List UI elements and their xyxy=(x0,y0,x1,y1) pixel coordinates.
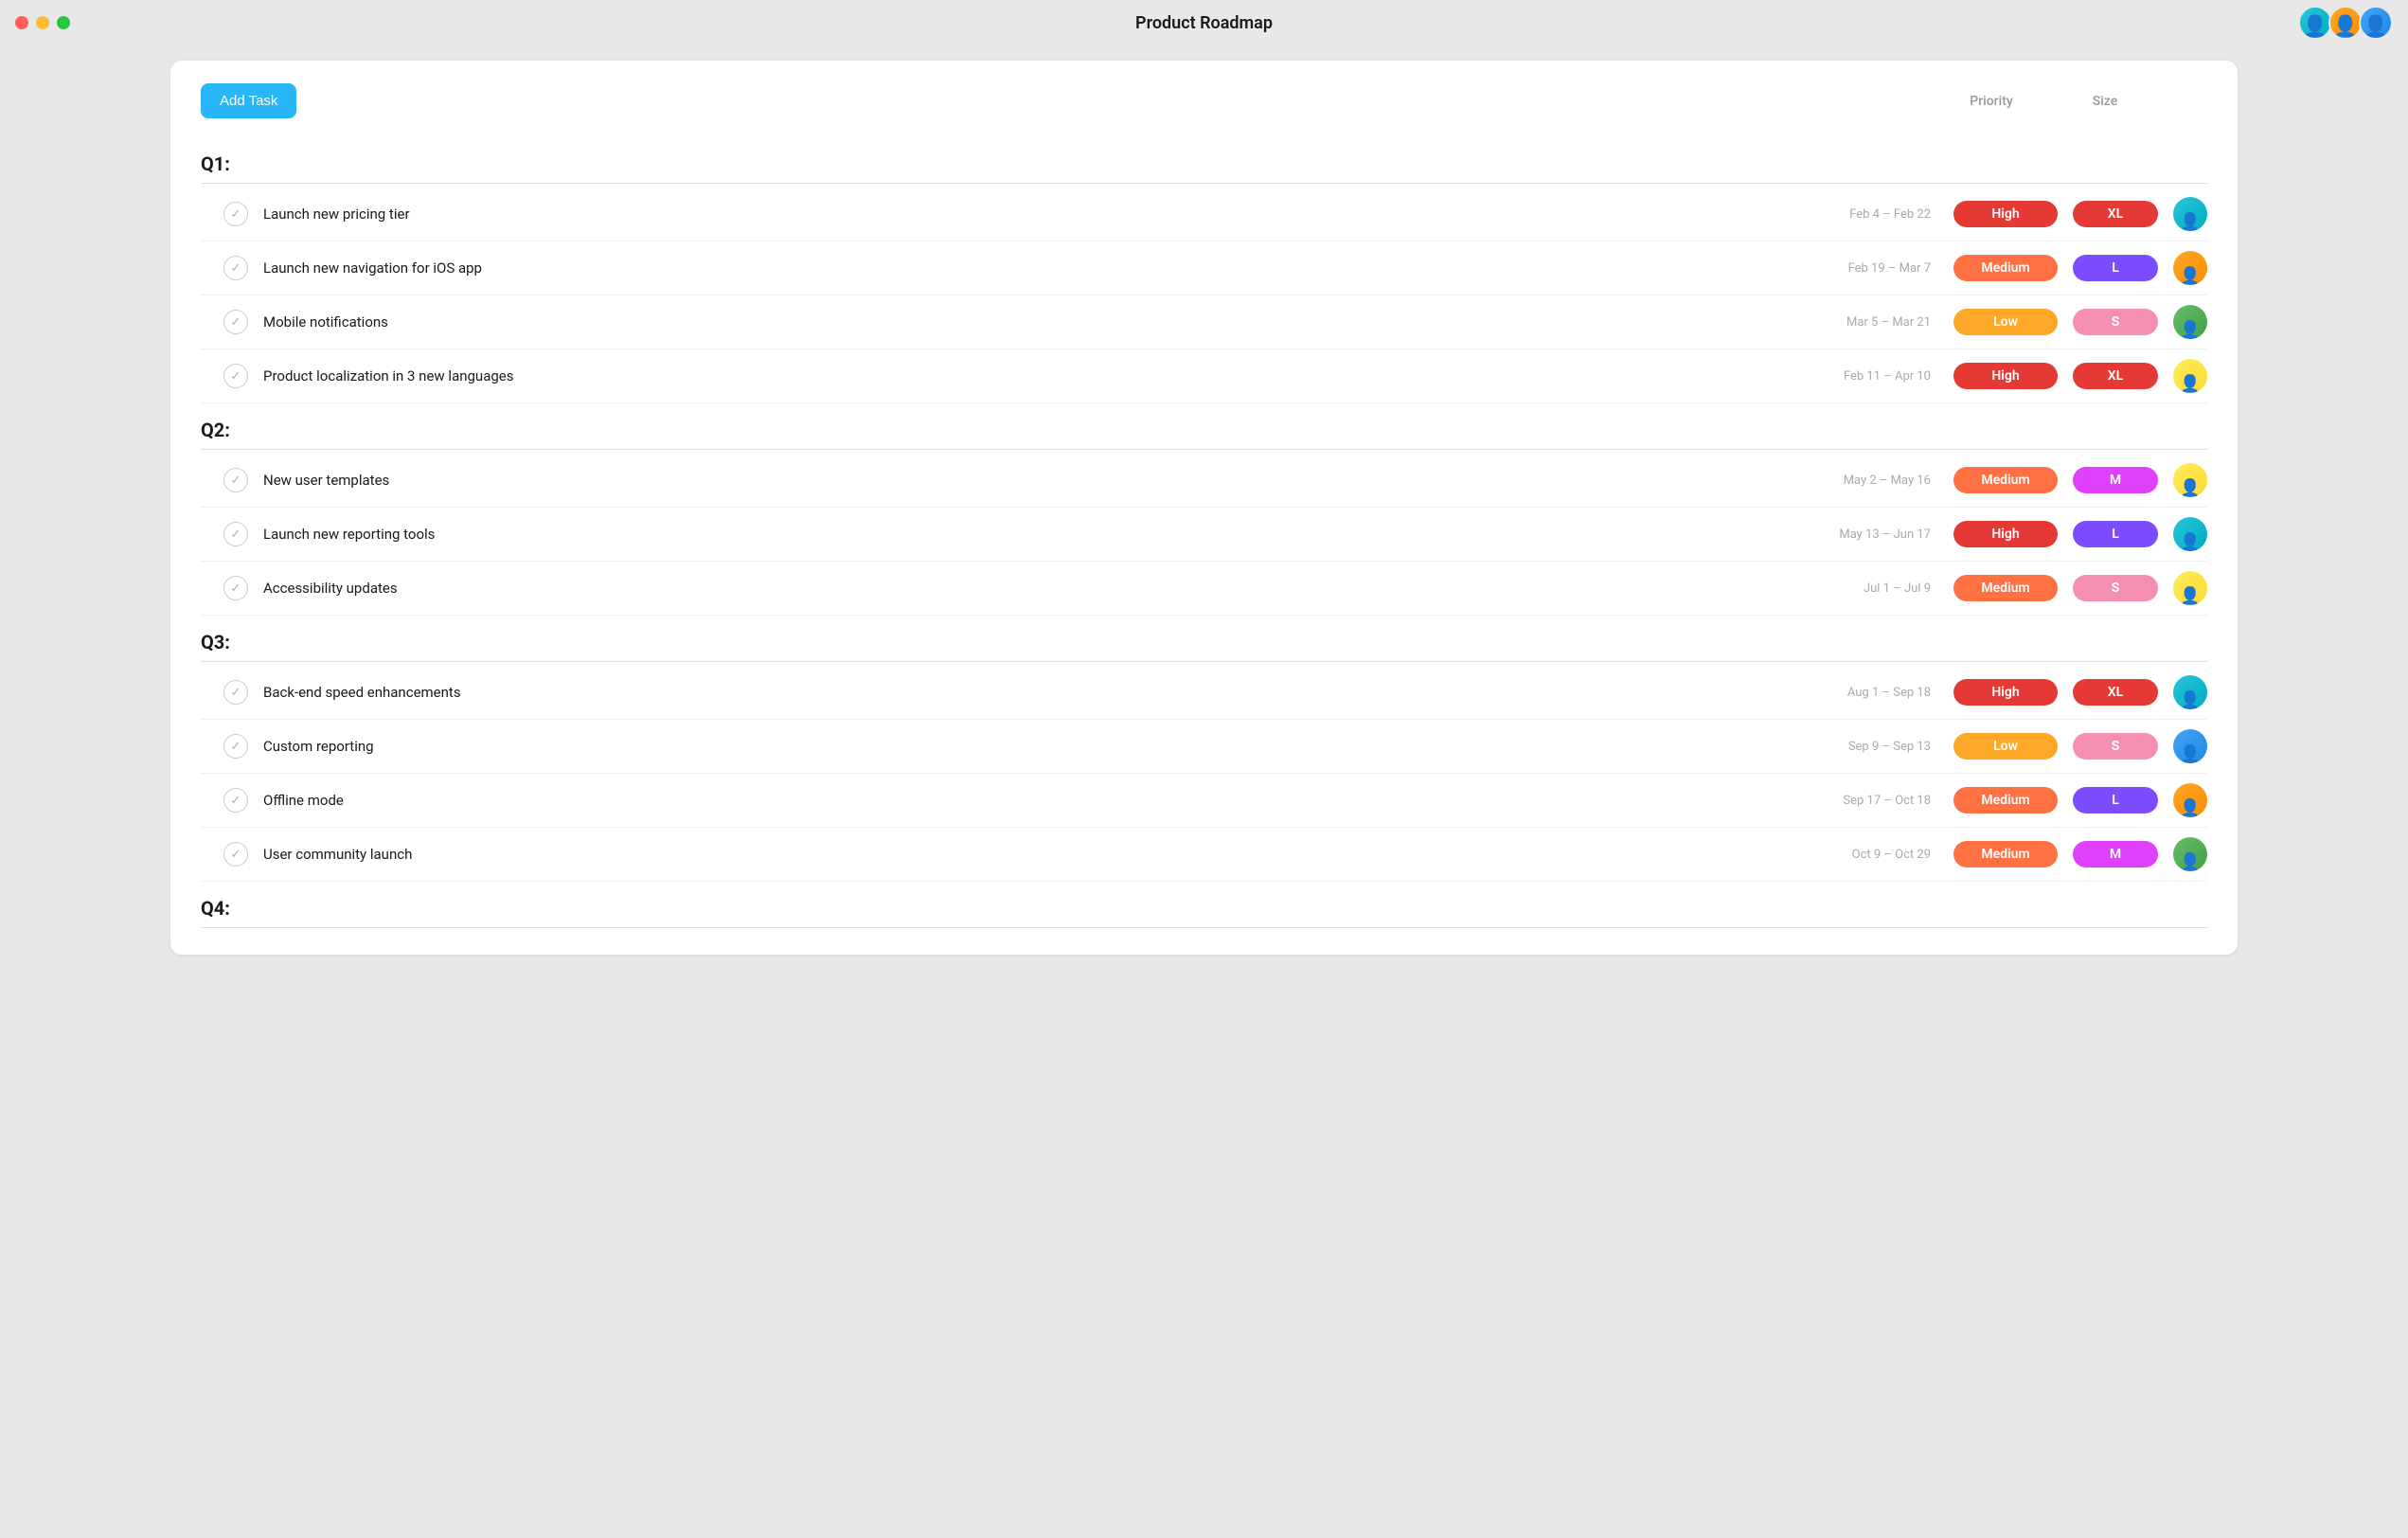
section-header-q2: Q2: xyxy=(201,403,2207,450)
task-date: May 2 – May 16 xyxy=(1779,474,1931,488)
task-date: May 13 – Jun 17 xyxy=(1779,528,1931,542)
size-badge[interactable]: S xyxy=(2073,733,2158,760)
section-header-q4: Q4: xyxy=(201,882,2207,928)
priority-badge[interactable]: Medium xyxy=(1953,787,2058,814)
task-date: Sep 17 – Oct 18 xyxy=(1779,794,1931,808)
avatar: 👤 xyxy=(2173,251,2207,285)
size-col-header: Size xyxy=(2048,94,2162,109)
task-name: Launch new pricing tier xyxy=(263,206,1779,223)
task-name: Offline mode xyxy=(263,792,1779,809)
task-check-icon[interactable]: ✓ xyxy=(223,364,248,388)
size-badge[interactable]: XL xyxy=(2073,363,2158,389)
task-name: Back-end speed enhancements xyxy=(263,684,1779,701)
task-date: Feb 19 – Mar 7 xyxy=(1779,261,1931,276)
priority-badge[interactable]: High xyxy=(1953,363,2058,389)
task-check-icon[interactable]: ✓ xyxy=(223,842,248,867)
column-headers: Priority Size xyxy=(1935,94,2207,109)
task-check-icon[interactable]: ✓ xyxy=(223,734,248,759)
maximize-button[interactable] xyxy=(57,16,70,29)
task-name: Accessibility updates xyxy=(263,580,1779,597)
task-name: Product localization in 3 new languages xyxy=(263,367,1779,384)
task-name: Mobile notifications xyxy=(263,313,1779,331)
task-date: Aug 1 – Sep 18 xyxy=(1779,686,1931,700)
size-badge[interactable]: XL xyxy=(2073,679,2158,706)
priority-badge[interactable]: Medium xyxy=(1953,841,2058,867)
task-check-icon[interactable]: ✓ xyxy=(223,310,248,334)
table-row: ✓ Accessibility updatesJul 1 – Jul 9 Mediu… xyxy=(201,562,2207,616)
size-badge[interactable]: L xyxy=(2073,521,2158,547)
task-name: Launch new reporting tools xyxy=(263,526,1779,543)
traffic-lights xyxy=(15,16,70,29)
priority-badge[interactable]: High xyxy=(1953,521,2058,547)
avatar: 👤 xyxy=(2173,783,2207,817)
task-date: Mar 5 – Mar 21 xyxy=(1779,315,1931,330)
priority-col-header: Priority xyxy=(1935,94,2048,109)
close-button[interactable] xyxy=(15,16,28,29)
top-right-avatars: 👤👤👤 xyxy=(2298,6,2393,40)
section-header-q1: Q1: xyxy=(201,137,2207,184)
priority-badge[interactable]: Low xyxy=(1953,309,2058,335)
task-check-icon[interactable]: ✓ xyxy=(223,788,248,813)
table-row: ✓ Launch new reporting toolsMay 13 – Jun … xyxy=(201,508,2207,562)
size-badge[interactable]: XL xyxy=(2073,201,2158,227)
priority-badge[interactable]: High xyxy=(1953,201,2058,227)
task-check-icon[interactable]: ✓ xyxy=(223,256,248,280)
avatar: 👤 xyxy=(2173,729,2207,763)
priority-badge[interactable]: High xyxy=(1953,679,2058,706)
table-row: ✓ Product localization in 3 new languages… xyxy=(201,349,2207,403)
task-date: Feb 11 – Apr 10 xyxy=(1779,369,1931,384)
top-avatar-1: 👤 xyxy=(2328,6,2363,40)
size-badge[interactable]: L xyxy=(2073,787,2158,814)
size-badge[interactable]: M xyxy=(2073,467,2158,493)
top-avatar-2: 👤 xyxy=(2359,6,2393,40)
sections-container: Q1: ✓ Launch new pricing tierFeb 4 – Feb 2… xyxy=(201,137,2207,928)
task-name: Launch new navigation for iOS app xyxy=(263,259,1779,277)
avatar: 👤 xyxy=(2173,359,2207,393)
avatar: 👤 xyxy=(2173,675,2207,709)
table-row: ✓ Offline modeSep 17 – Oct 18 Medium L 👤 xyxy=(201,774,2207,828)
content-card: Add Task Priority Size Q1: ✓ Launch new pr… xyxy=(170,61,2238,955)
priority-badge[interactable]: Medium xyxy=(1953,575,2058,601)
top-avatar-0: 👤 xyxy=(2298,6,2332,40)
table-row: ✓ User community launchOct 9 – Oct 29 Medi… xyxy=(201,828,2207,882)
priority-badge[interactable]: Medium xyxy=(1953,255,2058,281)
avatar: 👤 xyxy=(2173,463,2207,497)
task-name: User community launch xyxy=(263,846,1779,863)
avatar: 👤 xyxy=(2173,571,2207,605)
table-row: ✓ New user templatesMay 2 – May 16 Medium M… xyxy=(201,454,2207,508)
priority-badge[interactable]: Low xyxy=(1953,733,2058,760)
task-date: Sep 9 – Sep 13 xyxy=(1779,740,1931,754)
avatar: 👤 xyxy=(2173,197,2207,231)
size-badge[interactable]: S xyxy=(2073,575,2158,601)
task-check-icon[interactable]: ✓ xyxy=(223,576,248,600)
task-check-icon[interactable]: ✓ xyxy=(223,680,248,705)
title-bar: Product Roadmap 👤👤👤 xyxy=(0,0,2408,45)
task-date: Feb 4 – Feb 22 xyxy=(1779,207,1931,222)
avatar: 👤 xyxy=(2173,517,2207,551)
avatar: 👤 xyxy=(2173,305,2207,339)
minimize-button[interactable] xyxy=(36,16,49,29)
table-row: ✓ Mobile notificationsMar 5 – Mar 21 Low S 👤 xyxy=(201,295,2207,349)
size-badge[interactable]: L xyxy=(2073,255,2158,281)
priority-badge[interactable]: Medium xyxy=(1953,467,2058,493)
table-row: ✓ Launch new navigation for iOS appFeb 19… xyxy=(201,241,2207,295)
table-row: ✓ Custom reportingSep 9 – Sep 13 Low S 👤 xyxy=(201,720,2207,774)
size-badge[interactable]: M xyxy=(2073,841,2158,867)
table-row: ⠿✓Back-end speed enhancementsAug 1 – Sep… xyxy=(201,666,2207,720)
task-date: Jul 1 – Jul 9 xyxy=(1779,581,1931,596)
task-date: Oct 9 – Oct 29 xyxy=(1779,848,1931,862)
task-name: New user templates xyxy=(263,472,1779,489)
page-title: Product Roadmap xyxy=(1135,13,1273,33)
add-task-button[interactable]: Add Task xyxy=(201,83,296,118)
section-header-q3: Q3: xyxy=(201,616,2207,662)
task-name: Custom reporting xyxy=(263,738,1779,755)
task-check-icon[interactable]: ✓ xyxy=(223,468,248,492)
task-check-icon[interactable]: ✓ xyxy=(223,522,248,546)
size-badge[interactable]: S xyxy=(2073,309,2158,335)
table-row: ✓ Launch new pricing tierFeb 4 – Feb 22 Hi… xyxy=(201,188,2207,241)
main-content: Add Task Priority Size Q1: ✓ Launch new pr… xyxy=(0,45,2408,970)
toolbar: Add Task Priority Size xyxy=(201,83,2207,118)
avatar: 👤 xyxy=(2173,837,2207,871)
task-check-icon[interactable]: ✓ xyxy=(223,202,248,226)
